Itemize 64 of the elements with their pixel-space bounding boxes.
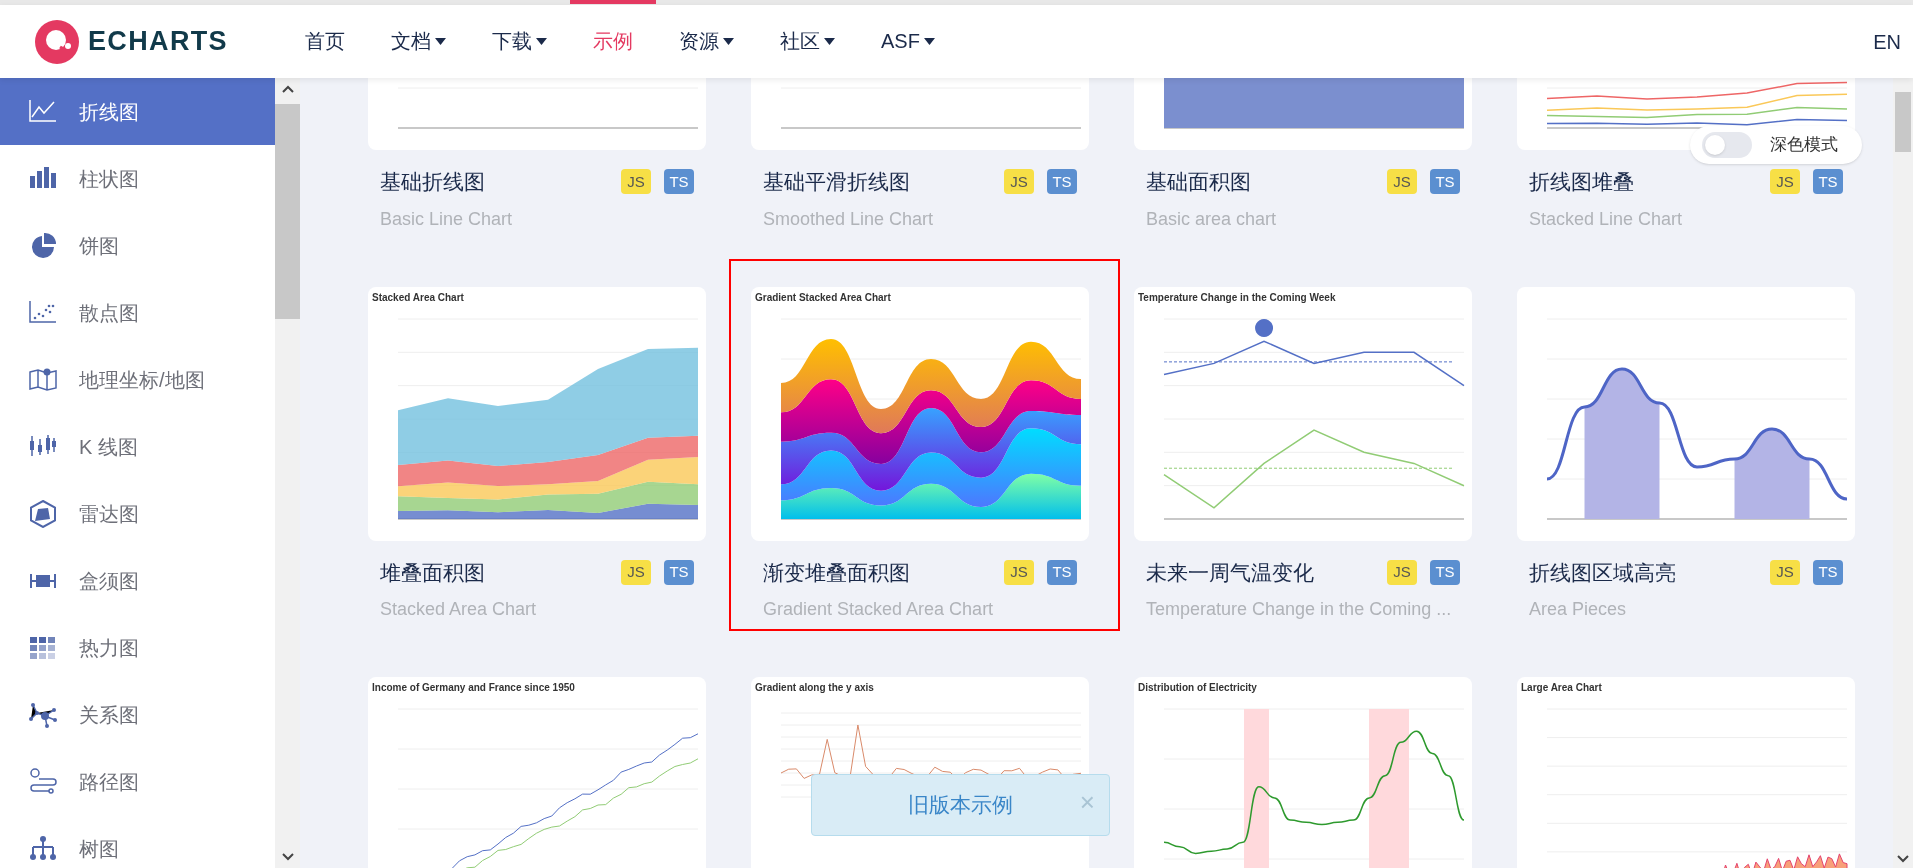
code-tag[interactable]: JS — [621, 169, 651, 195]
chart-thumbnail[interactable]: Gradient Stacked Area Chart — [751, 286, 1089, 541]
example-subtitle: Stacked Line Chart — [1528, 207, 1684, 231]
sidebar-item[interactable]: K 线图 — [0, 413, 275, 480]
nav-link[interactable]: 下载 — [469, 0, 570, 78]
nav-link[interactable]: 文档 — [368, 0, 469, 78]
code-tag[interactable]: JS — [621, 559, 651, 585]
sidebar-item[interactable]: 雷达图 — [0, 480, 275, 547]
code-tag[interactable]: JS — [1770, 169, 1800, 195]
nav-link[interactable]: 资源 — [656, 0, 757, 78]
example-title[interactable]: 折线图堆叠 — [1529, 166, 1770, 198]
chart-thumbnail[interactable]: Income of Germany and France since 1950 — [368, 677, 706, 868]
example-title[interactable]: 基础面积图 — [1146, 166, 1387, 198]
example-subtitle: Area Pieces — [1528, 598, 1628, 621]
sidebar-item[interactable]: 树图 — [0, 815, 275, 868]
chart-title: Income of Germany and France since 1950 — [372, 680, 575, 695]
code-tag[interactable]: JS — [1004, 169, 1034, 195]
nav-link[interactable]: ASF — [858, 0, 958, 78]
code-tag[interactable]: JS — [1770, 559, 1800, 585]
code-tag[interactable]: JS — [1004, 559, 1034, 585]
code-tag[interactable]: TS — [1813, 559, 1843, 585]
example-subtitle: Stacked Area Chart — [379, 598, 538, 621]
example-title[interactable]: 未来一周气温变化 — [1146, 556, 1387, 588]
code-tag[interactable]: JS — [1387, 559, 1417, 585]
example-title[interactable]: 基础折线图 — [380, 166, 621, 198]
chart-thumbnail[interactable]: Temperature Change in the Coming Week — [1134, 286, 1472, 541]
example-subtitle: Basic Line Chart — [379, 207, 514, 231]
code-tag[interactable]: TS — [1047, 169, 1077, 195]
dark-mode-label: 深色模式 — [1770, 134, 1838, 157]
sidebar-item[interactable]: 盒须图 — [0, 547, 275, 614]
language-link[interactable]: EN — [1873, 26, 1913, 57]
example-title[interactable]: 堆叠面积图 — [380, 556, 621, 588]
sidebar-item[interactable]: 折线图 — [0, 78, 275, 145]
chart-title: Distribution of Electricity — [1138, 680, 1257, 695]
chart-title: Large Area Chart — [1521, 680, 1602, 695]
chart-thumbnail[interactable]: Large Area Chart — [1517, 677, 1855, 868]
example-subtitle: Temperature Change in the Coming ... — [1145, 598, 1453, 621]
example-title[interactable]: 渐变堆叠面积图 — [763, 556, 1004, 588]
chart-thumbnail[interactable]: Distribution of Electricity — [1134, 677, 1472, 868]
code-tag[interactable]: TS — [1430, 169, 1460, 195]
sidebar-item[interactable]: 饼图 — [0, 212, 275, 279]
code-tag[interactable]: JS — [1387, 169, 1417, 195]
sidebar-item[interactable]: 地理坐标/地图 — [0, 346, 275, 413]
chart-title: Gradient along the y axis — [755, 680, 874, 695]
example-subtitle: Smoothed Line Chart — [762, 207, 935, 231]
code-tag[interactable]: TS — [664, 559, 694, 585]
old-examples-link[interactable]: 旧版本示例 — [908, 789, 1013, 821]
nav-link[interactable]: 首页 — [282, 0, 368, 78]
sidebar-item[interactable]: 柱状图 — [0, 145, 275, 212]
sidebar-item[interactable]: 散点图 — [0, 279, 275, 346]
code-tag[interactable]: TS — [1813, 169, 1843, 195]
code-tag[interactable]: TS — [1047, 559, 1077, 585]
example-subtitle: Basic area chart — [1145, 207, 1278, 231]
sidebar-item[interactable]: 热力图 — [0, 614, 275, 681]
nav-link[interactable]: 社区 — [757, 0, 858, 78]
sidebar-item[interactable]: 关系图 — [0, 681, 275, 748]
code-tag[interactable]: TS — [1430, 559, 1460, 585]
example-title[interactable]: 折线图区域高亮 — [1529, 556, 1770, 588]
example-title[interactable]: 基础平滑折线图 — [763, 166, 1004, 198]
sidebar-item[interactable]: 路径图 — [0, 748, 275, 815]
logo-text: ECHARTS — [88, 25, 228, 59]
example-subtitle: Gradient Stacked Area Chart — [762, 598, 995, 621]
code-tag[interactable]: TS — [664, 169, 694, 195]
chart-thumbnail[interactable]: Stacked Area Chart — [368, 286, 706, 541]
